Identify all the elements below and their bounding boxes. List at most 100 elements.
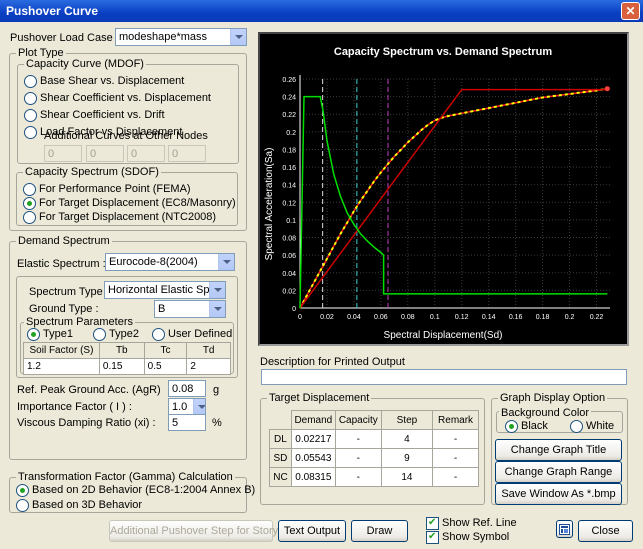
target-row-label: SD [269, 448, 292, 468]
radio-type1[interactable]: Type1 [27, 328, 73, 341]
change-graph-title-button[interactable]: Change Graph Title [495, 439, 622, 461]
target-header-cell: Demand [290, 410, 336, 430]
grid-icon [559, 524, 570, 535]
gamma-label: Transformation Factor (Gamma) Calculatio… [16, 471, 235, 483]
y-tick-label: 0.04 [282, 271, 296, 278]
agr-label: Ref. Peak Ground Acc. (AgR) [17, 384, 161, 396]
y-tick-label: 0.26 [282, 77, 296, 84]
load-case-label: Pushover Load Case [10, 32, 113, 44]
param-td-value[interactable]: 2 [186, 358, 231, 375]
target-cell: 4 [380, 429, 434, 449]
spectrum-type-select[interactable]: Horizontal Elastic Spectrum [104, 281, 226, 299]
importance-value: 1.0 [172, 401, 188, 413]
param-header-tc: Tc [143, 342, 188, 359]
x-tick-label: 0.14 [482, 314, 496, 321]
draw-button[interactable]: Draw [351, 520, 408, 542]
additional-node-field-1[interactable]: 0 [44, 145, 82, 162]
x-tick-label: 0.22 [590, 314, 604, 321]
param-tb-value[interactable]: 0.15 [98, 358, 145, 375]
x-tick-label: 0 [298, 314, 302, 321]
radio-target-ntc2008[interactable]: For Target Displacement (NTC2008) [23, 211, 216, 224]
target-cell: 0.05543 [290, 448, 336, 468]
y-tick-label: 0.2 [286, 130, 296, 137]
change-graph-range-button[interactable]: Change Graph Range [495, 461, 622, 483]
target-header-cell: Step [380, 410, 434, 430]
elastic-spectrum-select[interactable]: Eurocode-8(2004) [105, 253, 235, 271]
chevron-down-icon[interactable] [193, 399, 205, 414]
window-title: Pushover Curve [6, 4, 99, 18]
target-header-cell [270, 411, 292, 430]
radio-bg-black[interactable]: Black [505, 420, 548, 433]
x-tick-label: 0.18 [536, 314, 550, 321]
target-header-cell: Capacity [334, 410, 382, 430]
sdof-label: Capacity Spectrum (SDOF) [23, 166, 161, 178]
param-soil-value[interactable]: 1.2 [23, 358, 100, 375]
additional-pushover-step-button[interactable]: Additional Pushover Step for Story Drift [109, 520, 301, 542]
radio-bg-white[interactable]: White [570, 420, 614, 433]
title-bar[interactable]: Pushover Curve ✕ [0, 0, 643, 22]
load-case-select[interactable]: modeshape*mass [115, 28, 247, 46]
radio-performance-point[interactable]: For Performance Point (FEMA) [23, 183, 191, 196]
ground-type-select[interactable]: B [154, 300, 226, 318]
chart-y-axis-label: Spectral Acceleration(Sa) [264, 148, 275, 261]
target-row-label: DL [269, 429, 292, 449]
radio-gamma-3d[interactable]: Based on 3D Behavior [16, 499, 142, 512]
chevron-down-icon[interactable] [230, 29, 246, 45]
target-row-label: NC [269, 467, 292, 487]
spectrum-type-label: Spectrum Type : [29, 286, 109, 298]
importance-label: Importance Factor ( I ) : [17, 401, 132, 413]
param-header-tb: Tb [98, 342, 145, 359]
y-tick-label: 0.14 [282, 183, 296, 190]
importance-select[interactable]: 1.0 [168, 398, 206, 415]
damping-unit: % [212, 417, 222, 429]
show-ref-line-checkbox[interactable]: Show Ref. Line [426, 516, 517, 530]
chart-svg: Capacity Spectrum vs. Demand Spectrum Sp… [264, 46, 610, 341]
x-tick-label: 0.06 [374, 314, 388, 321]
radio-gamma-2d[interactable]: Based on 2D Behavior (EC8-1:2004 Annex B… [16, 484, 255, 497]
sdof-group: Capacity Spectrum (SDOF) For Performance… [16, 166, 238, 226]
radio-shear-coef-drift[interactable]: Shear Coefficient vs. Drift [24, 109, 165, 122]
graph-display-label: Graph Display Option [498, 392, 608, 404]
radio-user-defined[interactable]: User Defined [152, 328, 232, 341]
damping-field[interactable]: 5 [168, 414, 206, 431]
capacity-demand-chart: Capacity Spectrum vs. Demand Spectrum Sp… [258, 32, 629, 346]
spectrum-params-table: Soil Factor (S) Tb Tc Td 1.2 0.15 0.5 2 [23, 342, 231, 375]
calculator-icon[interactable] [556, 520, 573, 538]
param-header-soil: Soil Factor (S) [23, 342, 100, 359]
chevron-down-icon[interactable] [209, 301, 225, 317]
window-close-button[interactable]: ✕ [621, 2, 640, 20]
show-symbol-checkbox[interactable]: Show Symbol [426, 530, 509, 544]
additional-node-field-2[interactable]: 0 [86, 145, 124, 162]
radio-shear-coef-displacement[interactable]: Shear Coefficient vs. Displacement [24, 92, 211, 105]
target-displacement-label: Target Displacement [267, 392, 372, 404]
radio-base-shear-displacement[interactable]: Base Shear vs. Displacement [24, 75, 184, 88]
series-line [299, 87, 608, 309]
description-field[interactable] [261, 369, 627, 385]
target-cell: - [334, 429, 382, 449]
save-window-bmp-button[interactable]: Save Window As *.bmp [495, 483, 622, 505]
target-cell: - [334, 448, 382, 468]
close-button[interactable]: Close [578, 520, 633, 542]
description-label: Description for Printed Output [260, 356, 405, 368]
text-output-button[interactable]: Text Output [278, 520, 346, 542]
additional-node-field-3[interactable]: 0 [127, 145, 165, 162]
x-tick-label: 0.08 [401, 314, 415, 321]
y-tick-label: 0.08 [282, 236, 296, 243]
chevron-down-icon[interactable] [218, 254, 234, 270]
chevron-down-icon[interactable] [209, 282, 225, 298]
x-tick-label: 0.12 [455, 314, 469, 321]
x-tick-label: 0.16 [509, 314, 523, 321]
target-header-cell: Remark [432, 410, 479, 430]
y-tick-label: 0.18 [282, 147, 296, 154]
y-tick-label: 0.12 [282, 200, 296, 207]
load-case-value: modeshape*mass [119, 31, 208, 43]
target-cell: - [432, 429, 479, 449]
radio-type2[interactable]: Type2 [93, 328, 139, 341]
additional-node-field-4[interactable]: 0 [168, 145, 206, 162]
radio-target-ec8[interactable]: For Target Displacement (EC8/Masonry) [23, 197, 236, 210]
table-row: NC 0.08315-14- [269, 467, 479, 487]
param-tc-value[interactable]: 0.5 [143, 358, 188, 375]
x-tick-label: 0.02 [320, 314, 334, 321]
target-cell: 14 [380, 467, 434, 487]
agr-field[interactable]: 0.08 [168, 380, 206, 397]
